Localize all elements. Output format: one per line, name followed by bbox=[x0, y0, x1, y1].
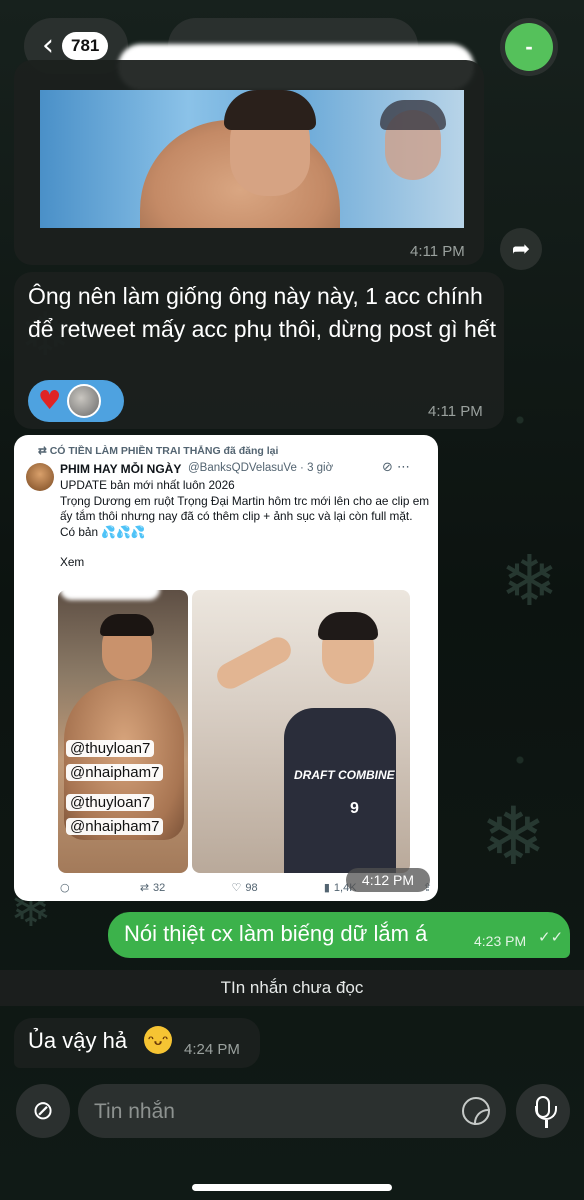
redacted-link bbox=[60, 578, 160, 600]
tweet-replies: ○ bbox=[60, 881, 74, 894]
message-timestamp: 4:11 PM bbox=[428, 403, 483, 420]
message-timestamp: 4:24 PM bbox=[184, 1041, 240, 1058]
watermark: @nhaipham7 bbox=[66, 764, 164, 781]
image-player-arm bbox=[212, 632, 296, 694]
jersey-number: 9 bbox=[350, 800, 359, 817]
unread-count-badge: 781 bbox=[62, 32, 109, 60]
views-icon: ▮ bbox=[323, 881, 330, 894]
reactor-avatar bbox=[67, 384, 102, 418]
tweet-screenshot-image[interactable]: ⇄ CÓ TIỀN LÀM PHIỀN TRAI THẲNG đã đăng l… bbox=[14, 435, 438, 901]
tweet-author-avatar bbox=[26, 463, 54, 491]
microphone-leg bbox=[545, 1120, 548, 1128]
snowflake-decoration: ❄ bbox=[480, 790, 548, 883]
jersey-text: DRAFT COMBINE bbox=[294, 768, 395, 782]
message-input[interactable] bbox=[94, 1096, 434, 1128]
attach-button[interactable]: ⊘ bbox=[16, 1084, 70, 1138]
tweet-body: UPDATE bản mới nhất luôn 2026 Trọng Dươn… bbox=[60, 478, 432, 571]
tweet-line: Có bản 💦💦💦 bbox=[60, 525, 432, 541]
tweet-image-left: @thuyloan7 @nhaipham7 @thuyloan7 @nhaiph… bbox=[58, 590, 188, 873]
tweet-line: UPDATE bản mới nhất luôn 2026 bbox=[60, 478, 235, 492]
paperclip-icon: ⊘ bbox=[32, 1096, 54, 1126]
tweet-more-icons: ⊘ ⋯ bbox=[382, 460, 411, 475]
reply-icon: ○ bbox=[60, 881, 70, 894]
retweet-icon: ⇄ bbox=[139, 881, 150, 894]
home-indicator bbox=[192, 1184, 392, 1191]
image-person-hair bbox=[100, 614, 154, 636]
message-timestamp: 4:11 PM bbox=[410, 243, 465, 260]
chat-avatar-button[interactable]: - bbox=[500, 18, 558, 76]
message-timestamp: 4:23 PM bbox=[474, 933, 527, 949]
message-timestamp: 4:12 PM bbox=[346, 868, 430, 892]
unread-messages-divider: TIn nhắn chưa đọc bbox=[0, 970, 584, 1006]
message-photo[interactable] bbox=[40, 90, 464, 228]
photo-background-hair bbox=[380, 100, 446, 130]
tweet-line: Trọng Dương em ruột Trọng Đại Martin hôm… bbox=[60, 493, 430, 524]
forward-icon: ➦ bbox=[511, 236, 531, 262]
watermark: @nhaipham7 bbox=[66, 818, 164, 835]
share-button[interactable]: ➦ bbox=[500, 228, 542, 270]
sweat-drops-emoji: 💦💦💦 bbox=[101, 524, 146, 539]
retweet-count: 32 bbox=[153, 881, 166, 894]
tweet-image-right: DRAFT COMBINE 9 bbox=[192, 590, 410, 873]
watermark: @thuyloan7 bbox=[66, 740, 155, 757]
tweet-retweets: ⇄ 32 bbox=[140, 881, 165, 894]
tweet-line: Xem bbox=[60, 555, 85, 569]
snowflake-decoration: ❄ bbox=[500, 540, 559, 622]
like-count: 98 bbox=[245, 881, 258, 894]
message-text: Ông nên làm giống ông này này, 1 acc chí… bbox=[28, 283, 497, 342]
tweet-author-name: PHIM HAY MỖI NGÀY bbox=[60, 462, 182, 476]
read-check-icon: ✓✓ bbox=[538, 928, 564, 946]
photo-subject-hair bbox=[224, 90, 316, 130]
watermark: @thuyloan7 bbox=[66, 794, 155, 811]
avatar: - bbox=[505, 23, 553, 71]
like-icon: ♡ bbox=[231, 881, 242, 894]
reaction-badge[interactable]: ♥ bbox=[28, 380, 124, 422]
tweet-line-text: Có bản bbox=[60, 524, 99, 539]
message-text: Ủa vậy hả bbox=[28, 1028, 128, 1053]
sticker-icon[interactable] bbox=[462, 1097, 490, 1125]
laughing-emoji: ᵔᴗᵔ bbox=[144, 1026, 172, 1054]
retweet-line: ⇄ CÓ TIỀN LÀM PHIỀN TRAI THẲNG đã đăng l… bbox=[38, 445, 279, 457]
message-text: Nói thiệt cx làm biếng dữ lắm á bbox=[124, 921, 428, 946]
retweet-text: CÓ TIỀN LÀM PHIỀN TRAI THẲNG đã đăng lại bbox=[49, 445, 279, 457]
heart-icon: ♥ bbox=[38, 386, 62, 416]
tweet-author-handle: @BanksQDVelasuVe · 3 giờ bbox=[188, 462, 334, 474]
tweet-likes: ♡ 98 bbox=[232, 881, 258, 894]
image-player-hair bbox=[318, 612, 378, 640]
chevron-left-icon: ‹ bbox=[42, 28, 54, 63]
image-jersey bbox=[284, 708, 396, 873]
image-person bbox=[64, 680, 184, 840]
